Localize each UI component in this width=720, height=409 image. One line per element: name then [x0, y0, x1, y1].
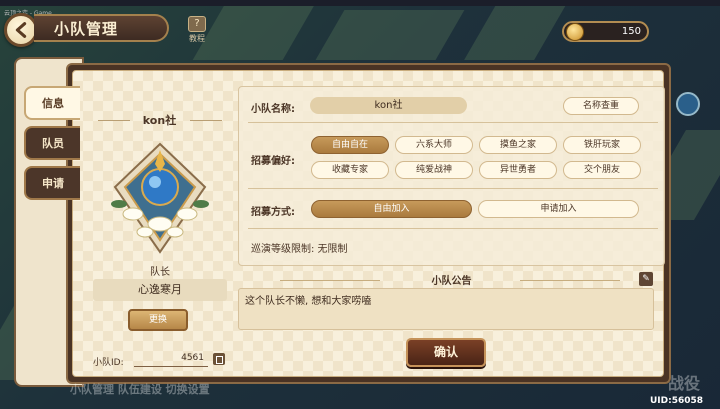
preference-label: 招募偏好:	[251, 156, 295, 167]
preference-option[interactable]: 六系大师	[395, 136, 473, 154]
side-event-icon[interactable]	[676, 92, 700, 116]
team-emblem-icon	[111, 142, 209, 254]
tab-info[interactable]: 信息	[24, 86, 80, 120]
divider	[248, 228, 658, 229]
tutorial-label: 教程	[189, 34, 205, 43]
back-arrow-icon	[15, 22, 27, 38]
team-name-label: 小队名称:	[251, 104, 295, 115]
currency-value: 150	[621, 26, 641, 37]
tab-members[interactable]: 队员	[24, 126, 80, 160]
confirm-button[interactable]: 确认	[406, 338, 486, 367]
leader-name: 心逸寒月	[93, 279, 227, 301]
world-tile	[315, 10, 465, 60]
preference-option[interactable]: 摸鱼之家	[479, 136, 557, 154]
preference-option[interactable]: 交个朋友	[563, 161, 641, 179]
uid-label: UID:56058	[650, 396, 704, 406]
change-leader-button[interactable]: 更换	[128, 309, 188, 331]
world-tile	[464, 5, 566, 60]
preference-option[interactable]: 铁肝玩家	[563, 136, 641, 154]
divider	[190, 120, 222, 121]
notice-text: 这个队长不懒, 想和大家唠嗑	[238, 288, 654, 330]
divider	[520, 280, 620, 281]
page-title-bar: 小队管理	[34, 14, 169, 42]
tutorial-button[interactable]: ? 教程	[184, 16, 210, 44]
coin-icon	[566, 22, 584, 41]
preference-option[interactable]: 纯爱战神	[395, 161, 473, 179]
team-id-value: 4561	[134, 353, 208, 367]
recruit-method-label: 招募方式:	[251, 207, 295, 218]
edit-icon[interactable]: ✎	[639, 272, 653, 286]
world-tile	[192, 0, 318, 60]
team-name-field[interactable]: kon社	[310, 97, 467, 114]
page-title: 小队管理	[54, 19, 119, 38]
copy-icon[interactable]	[213, 353, 225, 365]
divider	[248, 188, 658, 189]
method-free-join[interactable]: 自由加入	[311, 200, 472, 218]
background-battle-text: 战役	[668, 374, 701, 393]
back-button[interactable]	[4, 13, 38, 47]
preference-option[interactable]: 自由自在	[311, 136, 389, 154]
window-titlebar: 云顶之弈 - Game	[0, 0, 720, 17]
role-label: 队长	[150, 267, 170, 278]
tab-applications[interactable]: 申请	[24, 166, 80, 200]
method-apply-join[interactable]: 申请加入	[478, 200, 639, 218]
currency-display[interactable]: 150	[562, 21, 649, 42]
level-limit-text: 巡演等级限制: 无限制	[251, 244, 348, 255]
background-caption: 小队管理 队伍建设 切换设置	[70, 383, 210, 396]
preference-option[interactable]: 异世勇者	[479, 161, 557, 179]
name-check-button[interactable]: 名称查重	[563, 97, 639, 115]
team-id-label: 小队ID:	[93, 358, 124, 368]
tutorial-icon: ?	[188, 16, 206, 32]
divider	[248, 122, 658, 123]
preference-option[interactable]: 收藏专家	[311, 161, 389, 179]
